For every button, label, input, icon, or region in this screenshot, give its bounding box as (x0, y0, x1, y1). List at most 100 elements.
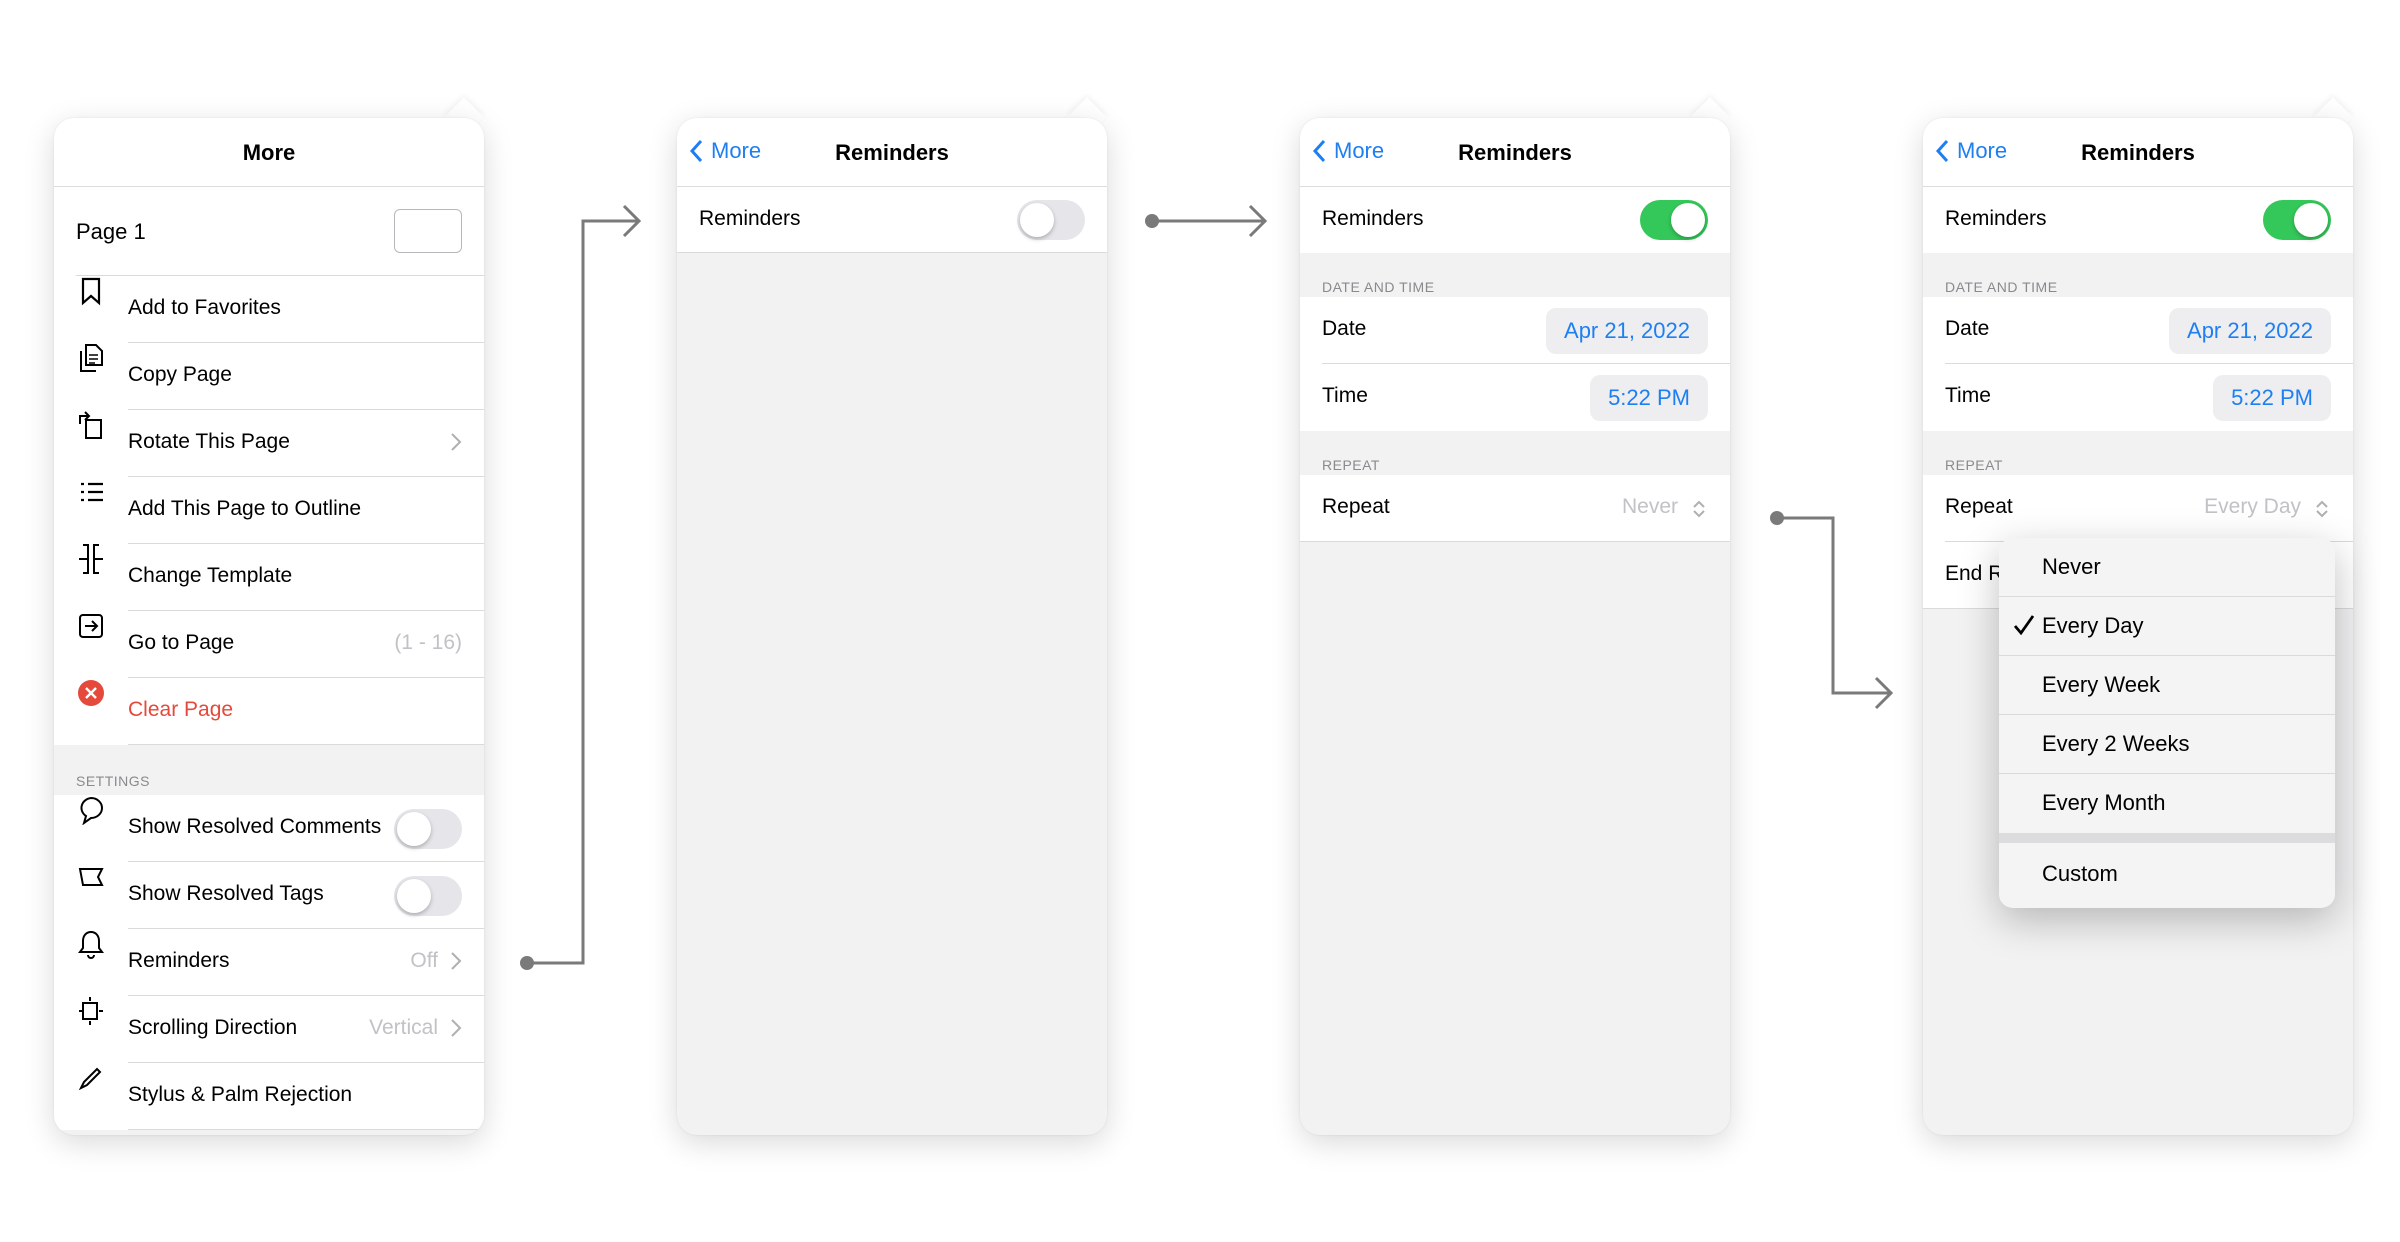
date-time-header: DATE AND TIME (1322, 279, 1435, 295)
setting-label: Reminders (128, 949, 230, 972)
repeat-header: REPEAT (1945, 457, 2003, 473)
page-label: Page 1 (76, 219, 146, 244)
date-picker-button[interactable]: Apr 21, 2022 (1546, 308, 1708, 354)
date-picker-button[interactable]: Apr 21, 2022 (2169, 308, 2331, 354)
menu-item-label: Clear Page (128, 698, 234, 721)
menu-item-copy-page[interactable]: Copy Page (54, 343, 484, 410)
toggle-knob (397, 879, 431, 913)
reminders-label: Reminders (1322, 207, 1424, 230)
copy-page-icon (76, 343, 106, 373)
bell-icon (76, 929, 106, 959)
repeat-option-never[interactable]: Never (1999, 538, 2335, 597)
time-picker-button[interactable]: 5:22 PM (2213, 375, 2331, 421)
panel-title: More (242, 140, 296, 165)
repeat-value: Every Day (2204, 495, 2301, 518)
repeat-header: REPEAT (1322, 457, 1380, 473)
scroll-direction-icon (76, 996, 106, 1026)
toggle-knob (397, 812, 431, 846)
toggle-knob (2294, 203, 2328, 237)
chevron-right-icon (451, 1019, 462, 1037)
separator (128, 1129, 484, 1130)
repeat-value: Never (1621, 495, 1678, 518)
time-label: Time (1322, 384, 1368, 407)
option-label: Every Day (2042, 613, 2144, 638)
time-row: Time 5:22 PM (1923, 364, 2353, 431)
page-row: Page 1 (54, 187, 484, 276)
reminders-label: Reminders (699, 207, 801, 230)
menu-group-divider (1999, 833, 2335, 843)
panel-title: Reminders (2081, 140, 2195, 165)
reminders-value: Off (410, 949, 438, 972)
menu-item-label: Change Template (128, 564, 293, 587)
setting-show-resolved-tags: Show Resolved Tags (54, 862, 484, 929)
menu-item-rotate-this-page[interactable]: Rotate This Page (54, 410, 484, 477)
repeat-dropdown-menu: Never Every Day Every Week Every 2 Weeks… (1999, 538, 2335, 908)
reminders-header: More Reminders (1300, 118, 1730, 187)
repeat-option-every-week[interactable]: Every Week (1999, 656, 2335, 715)
reminders-row: Reminders (1923, 187, 2353, 253)
setting-label: Stylus & Palm Rejection (128, 1083, 353, 1106)
reminders-header: More Reminders (677, 118, 1107, 187)
time-row: Time 5:22 PM (1300, 364, 1730, 431)
tag-icon (76, 862, 106, 892)
template-icon (76, 544, 106, 574)
outline-list-icon (76, 477, 106, 507)
repeat-section: REPEAT (1300, 431, 1730, 475)
page-thumbnail[interactable] (394, 209, 462, 253)
chevron-right-icon (451, 433, 462, 451)
time-label: Time (1945, 384, 1991, 407)
show-resolved-tags-toggle[interactable] (394, 876, 462, 916)
rotate-icon (76, 410, 106, 440)
option-label: Every 2 Weeks (2042, 731, 2190, 756)
scrolling-direction-value: Vertical (369, 1016, 438, 1039)
reminders-header: More Reminders (1923, 118, 2353, 187)
date-label: Date (1945, 317, 1990, 340)
chevron-right-icon (451, 952, 462, 970)
setting-stylus-palm-rejection[interactable]: Stylus & Palm Rejection (54, 1063, 484, 1130)
date-time-section: DATE AND TIME (1300, 253, 1730, 297)
repeat-option-every-day[interactable]: Every Day (1999, 597, 2335, 656)
menu-item-go-to-page[interactable]: Go to Page (1 - 16) (54, 611, 484, 678)
repeat-section: REPEAT (1923, 431, 2353, 475)
option-label: Every Week (2042, 672, 2161, 697)
option-label: Every Month (2042, 790, 2166, 815)
up-down-chevron-icon (2316, 500, 2328, 518)
repeat-option-every-month[interactable]: Every Month (1999, 774, 2335, 833)
menu-item-label: Add This Page to Outline (128, 497, 362, 520)
separator (1300, 541, 1730, 542)
option-label: Never (2042, 554, 2101, 579)
setting-reminders[interactable]: Reminders Off (54, 929, 484, 996)
repeat-option-every-2-weeks[interactable]: Every 2 Weeks (1999, 715, 2335, 774)
comment-icon (76, 795, 106, 825)
panel-title: Reminders (835, 140, 949, 165)
go-to-page-icon (76, 611, 106, 641)
menu-item-change-template[interactable]: Change Template (54, 544, 484, 611)
menu-item-add-to-favorites[interactable]: Add to Favorites (54, 276, 484, 343)
toggle-knob (1020, 203, 1054, 237)
option-label: Custom (2042, 861, 2118, 886)
reminders-toggle[interactable] (1017, 200, 1085, 240)
show-resolved-comments-toggle[interactable] (394, 809, 462, 849)
menu-item-label: Rotate This Page (128, 430, 290, 453)
repeat-label: Repeat (1322, 495, 1390, 518)
setting-label: Show Resolved Tags (128, 882, 324, 905)
repeat-label: Repeat (1945, 495, 2013, 518)
repeat-row[interactable]: Repeat Never (1300, 475, 1730, 542)
pencil-icon (76, 1063, 106, 1093)
menu-item-add-to-outline[interactable]: Add This Page to Outline (54, 477, 484, 544)
date-time-header: DATE AND TIME (1945, 279, 2058, 295)
panel-title: Reminders (1458, 140, 1572, 165)
repeat-option-custom[interactable]: Custom (1999, 843, 2335, 902)
time-picker-button[interactable]: 5:22 PM (1590, 375, 1708, 421)
menu-item-clear-page[interactable]: Clear Page (54, 678, 484, 745)
date-time-section: DATE AND TIME (1923, 253, 2353, 297)
checkmark-icon (2013, 615, 2035, 636)
repeat-row[interactable]: Repeat Every Day (1923, 475, 2353, 542)
separator (677, 252, 1107, 253)
menu-item-label: Go to Page (128, 631, 235, 654)
setting-scrolling-direction[interactable]: Scrolling Direction Vertical (54, 996, 484, 1063)
reminders-toggle[interactable] (1640, 200, 1708, 240)
reminders-toggle[interactable] (2263, 200, 2331, 240)
settings-header: SETTINGS (76, 773, 151, 789)
more-header: More (54, 118, 484, 187)
